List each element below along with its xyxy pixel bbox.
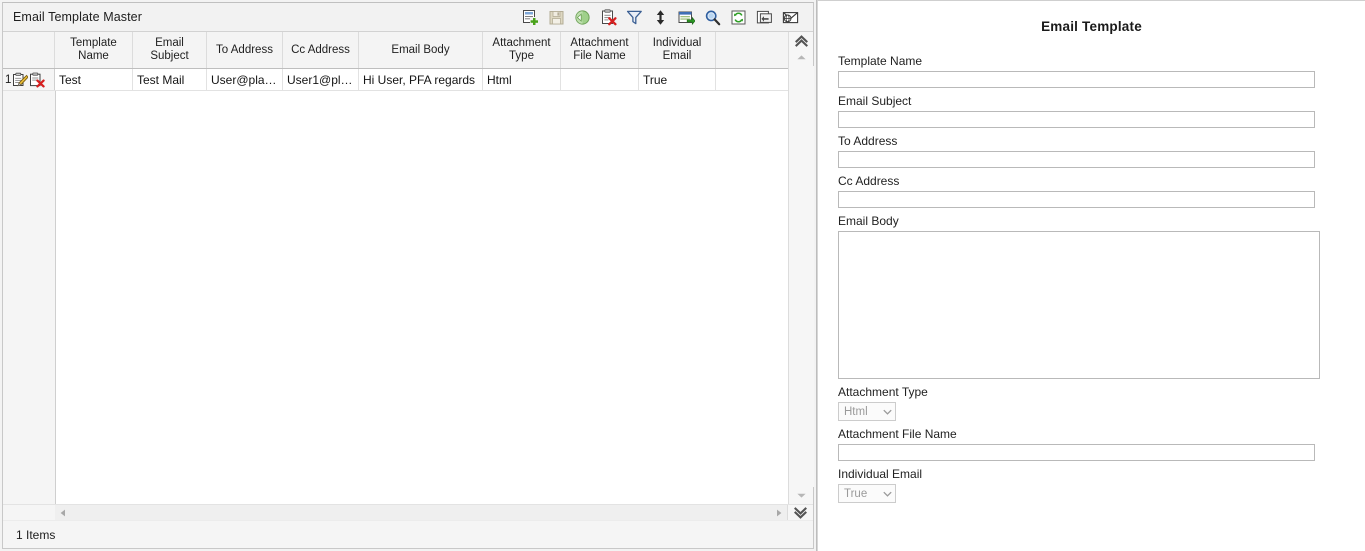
horizontal-scrollbar-row bbox=[3, 504, 813, 521]
email-body-textarea[interactable] bbox=[838, 231, 1320, 379]
status-bar: 1 Items bbox=[3, 520, 813, 548]
grid-panel-inner: Email Template Master Template Name Emai… bbox=[2, 2, 814, 549]
column-header-attachment-type[interactable]: Attachment Type bbox=[483, 32, 561, 68]
row-gutter: 1 bbox=[3, 69, 55, 90]
add-new-icon[interactable] bbox=[522, 9, 539, 26]
item-count-label: 1 Items bbox=[16, 527, 56, 542]
delete-record-icon[interactable] bbox=[600, 9, 617, 26]
label-individual-email: Individual Email bbox=[838, 467, 923, 481]
label-attachment-type: Attachment Type bbox=[838, 385, 928, 399]
send-mail-icon[interactable] bbox=[782, 9, 799, 26]
chevron-down-icon bbox=[883, 407, 892, 417]
label-to-address: To Address bbox=[838, 134, 898, 148]
column-header-to-address[interactable]: To Address bbox=[207, 32, 283, 68]
chevron-up-icon[interactable] bbox=[789, 49, 814, 66]
refresh-icon[interactable] bbox=[574, 9, 591, 26]
cell-email-body[interactable]: Hi User, PFA regards bbox=[359, 69, 483, 90]
email-template-form-panel: Email Template Template Name Email Subje… bbox=[817, 0, 1365, 551]
chevron-down-icon[interactable] bbox=[789, 487, 814, 504]
form-title: Email Template bbox=[1041, 19, 1142, 34]
label-email-body: Email Body bbox=[838, 214, 899, 228]
horizontal-scrollbar[interactable] bbox=[55, 505, 788, 521]
triangle-left-icon[interactable] bbox=[59, 508, 67, 518]
individual-email-select[interactable]: True bbox=[838, 484, 896, 503]
save-icon[interactable] bbox=[548, 9, 565, 26]
filter-icon[interactable] bbox=[626, 9, 643, 26]
table-row[interactable]: 1 Test Test Mail User@pla… User1@pl… Hi … bbox=[3, 69, 813, 91]
delete-row-icon[interactable] bbox=[29, 72, 46, 88]
column-header-template-name[interactable]: Template Name bbox=[55, 32, 133, 68]
attachment-type-value: Html bbox=[844, 405, 868, 418]
vertical-scroll-track[interactable] bbox=[788, 66, 814, 487]
vertical-scrollbar[interactable] bbox=[788, 32, 814, 504]
column-header-email-subject[interactable]: Email Subject bbox=[133, 32, 207, 68]
to-address-input[interactable] bbox=[838, 151, 1315, 168]
grid-empty-area bbox=[3, 91, 813, 504]
window-titlebar: Email Template Master bbox=[3, 3, 813, 32]
chevron-down-icon bbox=[883, 489, 892, 499]
individual-email-value: True bbox=[844, 487, 868, 500]
label-template-name: Template Name bbox=[838, 54, 923, 68]
sort-icon[interactable] bbox=[652, 9, 669, 26]
label-cc-address: Cc Address bbox=[838, 174, 900, 188]
window-title: Email Template Master bbox=[13, 10, 142, 24]
search-icon[interactable] bbox=[704, 9, 721, 26]
edit-row-icon[interactable] bbox=[12, 72, 29, 88]
cell-attachment-file-name[interactable] bbox=[561, 69, 639, 90]
data-grid: Template Name Email Subject To Address C… bbox=[3, 32, 814, 504]
toolbar bbox=[522, 3, 799, 32]
column-header-email-body[interactable]: Email Body bbox=[359, 32, 483, 68]
label-email-subject: Email Subject bbox=[838, 94, 912, 108]
grid-header-gutter bbox=[3, 32, 55, 68]
column-header-cc-address[interactable]: Cc Address bbox=[283, 32, 359, 68]
row-number: 1 bbox=[5, 73, 12, 86]
hscroll-left-gutter bbox=[3, 505, 55, 520]
cell-email-subject[interactable]: Test Mail bbox=[133, 69, 207, 90]
column-header-individual-email[interactable]: Individual Email bbox=[639, 32, 716, 68]
refresh-grid-icon[interactable] bbox=[730, 9, 747, 26]
cell-cc-address[interactable]: User1@pl… bbox=[283, 69, 359, 90]
grid-panel: Email Template Master Template Name Emai… bbox=[0, 0, 817, 551]
copy-icon[interactable] bbox=[756, 9, 773, 26]
grid-gutter-divider bbox=[55, 91, 56, 504]
cell-attachment-type[interactable]: Html bbox=[483, 69, 561, 90]
export-icon[interactable] bbox=[678, 9, 695, 26]
column-header-attachment-file-name[interactable]: Attachment File Name bbox=[561, 32, 639, 68]
grid-header-row: Template Name Email Subject To Address C… bbox=[3, 32, 813, 69]
double-chevron-down-icon[interactable] bbox=[788, 505, 813, 521]
double-chevron-up-icon[interactable] bbox=[789, 32, 814, 49]
grid-body: 1 Test Test Mail User@pla… User1@pl… Hi … bbox=[3, 69, 813, 504]
cell-template-name[interactable]: Test bbox=[55, 69, 133, 90]
cell-to-address[interactable]: User@pla… bbox=[207, 69, 283, 90]
template-name-input[interactable] bbox=[838, 71, 1315, 88]
email-subject-input[interactable] bbox=[838, 111, 1315, 128]
email-template-form: Template Name Email Subject To Address C… bbox=[818, 34, 1365, 503]
attachment-file-name-input[interactable] bbox=[838, 444, 1315, 461]
label-attachment-file-name: Attachment File Name bbox=[838, 427, 957, 441]
cell-individual-email[interactable]: True bbox=[639, 69, 716, 90]
triangle-right-icon[interactable] bbox=[775, 508, 783, 518]
cc-address-input[interactable] bbox=[838, 191, 1315, 208]
attachment-type-select[interactable]: Html bbox=[838, 402, 896, 421]
application-window: Email Template Master Template Name Emai… bbox=[0, 0, 1365, 551]
